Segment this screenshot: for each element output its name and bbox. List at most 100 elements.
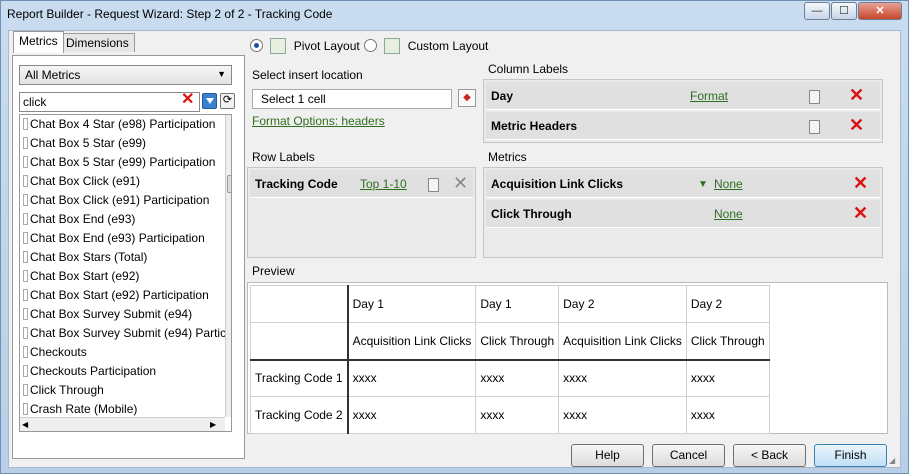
preview-header-row: Acquisition Link Clicks Click Through Ac… <box>249 322 770 360</box>
pivot-layout-option[interactable]: Pivot Layout <box>250 38 360 54</box>
row-label-name: Tracking Code <box>255 177 338 191</box>
preview-cell: xxxx <box>558 358 687 397</box>
preview-cell: Tracking Code 1 <box>249 358 349 397</box>
clear-x-icon[interactable]: ✕ <box>181 91 197 109</box>
tab-metrics[interactable]: Metrics <box>13 31 64 53</box>
pivot-radio[interactable] <box>250 39 263 52</box>
row-label-row[interactable]: Tracking Code Top 1-10 ✕ <box>250 170 473 198</box>
list-item[interactable]: Chat Box Survey Submit (e94) <box>20 305 231 324</box>
calculator-icon[interactable] <box>809 90 820 104</box>
select-cell-icon[interactable]: ◆ <box>458 89 476 107</box>
list-item[interactable]: Chat Box Click (e91) Participation <box>20 191 231 210</box>
list-item-label: Chat Box 4 Star (e98) Participation <box>30 117 216 131</box>
preview-cell: Day 2 <box>558 285 687 323</box>
custom-radio[interactable] <box>364 39 377 52</box>
maximize-button[interactable]: ☐ <box>831 2 857 20</box>
list-item[interactable]: Checkouts Participation <box>20 362 231 381</box>
preview-cell: xxxx <box>685 396 770 434</box>
metric-icon <box>23 270 28 282</box>
remove-x-icon[interactable]: ✕ <box>853 203 868 223</box>
metrics-panel: All Metrics ▼ click ✕ ⟳ Chat Box 4 Star … <box>12 55 245 459</box>
list-item-label: Checkouts Participation <box>30 364 157 378</box>
preview-cell: Click Through <box>685 322 770 360</box>
remove-x-icon[interactable]: ✕ <box>853 173 868 193</box>
preview-cell <box>249 285 349 323</box>
tab-dimensions[interactable]: Dimensions <box>60 33 135 52</box>
horizontal-scrollbar[interactable]: ◀ ▶ <box>20 417 225 431</box>
column-label-row[interactable]: Metric Headers ✕ <box>486 112 880 140</box>
scroll-left-icon[interactable]: ◀ <box>20 420 28 429</box>
insert-location-label: Select insert location <box>252 68 363 82</box>
list-item-label: Chat Box Start (e92) Participation <box>30 288 209 302</box>
list-item[interactable]: Chat Box Click (e91) <box>20 172 231 191</box>
list-item[interactable]: Chat Box 4 Star (e98) Participation <box>20 115 231 134</box>
metric-icon <box>23 327 28 339</box>
remove-x-icon[interactable]: ✕ <box>453 173 468 193</box>
scroll-right-icon[interactable]: ▶ <box>210 418 216 431</box>
list-item-label: Chat Box End (e93) <box>30 212 136 226</box>
list-item[interactable]: Chat Box Stars (Total) <box>20 248 231 267</box>
preview-cell: Day 1 <box>475 285 560 323</box>
search-input[interactable]: click <box>19 92 200 112</box>
cancel-button[interactable]: Cancel <box>652 444 725 467</box>
remove-x-icon[interactable]: ✕ <box>849 115 864 135</box>
list-item-label: Chat Box 5 Star (e99) <box>30 136 147 150</box>
metric-none-link[interactable]: None <box>714 177 743 191</box>
format-options-link[interactable]: Format Options: headers <box>252 114 385 128</box>
metric-row[interactable]: Click Through None ✕ <box>486 200 880 228</box>
column-label-name: Metric Headers <box>491 119 578 133</box>
preview-cell: Click Through <box>475 322 560 360</box>
insert-location-input[interactable]: Select 1 cell <box>252 89 452 109</box>
metrics-category-dropdown[interactable]: All Metrics ▼ <box>19 65 232 85</box>
list-item-label: Chat Box Start (e92) <box>30 269 140 283</box>
metric-row[interactable]: Acquisition Link Clicks ▼ None ✕ <box>486 170 880 198</box>
list-item[interactable]: Chat Box 5 Star (e99) <box>20 134 231 153</box>
column-label-name: Day <box>491 89 514 103</box>
preview-cell: xxxx <box>475 358 560 397</box>
column-label-row[interactable]: Day Format ✕ <box>486 82 880 110</box>
custom-layout-label: Custom Layout <box>407 39 489 53</box>
list-item-label: Chat Box Click (e91) <box>30 174 141 188</box>
list-item[interactable]: Chat Box Survey Submit (e94) Participati… <box>20 324 231 343</box>
list-item[interactable]: Chat Box End (e93) <box>20 210 231 229</box>
list-item-label: Checkouts <box>30 345 87 359</box>
help-button[interactable]: Help <box>571 444 644 467</box>
back-button[interactable]: < Back <box>733 444 806 467</box>
metrics-list[interactable]: Chat Box 4 Star (e98) Participation Chat … <box>19 114 232 432</box>
close-button[interactable]: ✕ <box>858 2 902 20</box>
calculator-icon[interactable] <box>428 178 439 192</box>
scroll-thumb[interactable] <box>227 175 231 193</box>
finish-button[interactable]: Finish <box>814 444 887 467</box>
tab-metrics-label: Metrics <box>19 34 58 48</box>
vertical-scrollbar[interactable] <box>225 115 231 417</box>
format-link[interactable]: Format <box>690 89 728 103</box>
list-item[interactable]: Chat Box 5 Star (e99) Participation <box>20 153 231 172</box>
remove-x-icon[interactable]: ✕ <box>849 85 864 105</box>
resize-grip-icon[interactable]: ◢ <box>889 456 899 466</box>
list-item-label: Chat Box 5 Star (e99) Participation <box>30 155 216 169</box>
list-item-label: Crash Rate (Mobile) <box>30 402 138 416</box>
sort-desc-icon[interactable]: ▼ <box>698 179 708 190</box>
wizard-window: Report Builder - Request Wizard: Step 2 … <box>0 0 909 474</box>
preview-cell: xxxx <box>347 396 477 434</box>
preview-data-row: Tracking Code 2 xxxx xxxx xxxx xxxx <box>249 396 770 434</box>
minimize-button[interactable]: — <box>804 2 830 20</box>
metric-icon <box>23 289 28 301</box>
filter-icon[interactable] <box>202 93 217 109</box>
metric-none-link[interactable]: None <box>714 207 743 221</box>
preview-table: Day 1 Day 1 Day 2 Day 2 Acquisition Link… <box>249 285 770 434</box>
list-item[interactable]: Checkouts <box>20 343 231 362</box>
calculator-icon[interactable] <box>809 120 820 134</box>
preview-cell <box>249 322 349 360</box>
list-item[interactable]: Click Through <box>20 381 231 400</box>
list-item[interactable]: Chat Box Start (e92) Participation <box>20 286 231 305</box>
row-labels-zone: Tracking Code Top 1-10 ✕ <box>247 167 476 258</box>
preview-cell: Acquisition Link Clicks <box>558 322 687 360</box>
top-n-link[interactable]: Top 1-10 <box>360 177 407 191</box>
custom-layout-option[interactable]: Custom Layout <box>364 38 488 54</box>
dialog-body: Metrics Dimensions All Metrics ▼ click ✕… <box>8 30 901 468</box>
preview-data-row: Tracking Code 1 xxxx xxxx xxxx xxxx <box>249 358 770 397</box>
refresh-icon[interactable]: ⟳ <box>220 93 235 109</box>
list-item[interactable]: Chat Box End (e93) Participation <box>20 229 231 248</box>
list-item[interactable]: Chat Box Start (e92) <box>20 267 231 286</box>
